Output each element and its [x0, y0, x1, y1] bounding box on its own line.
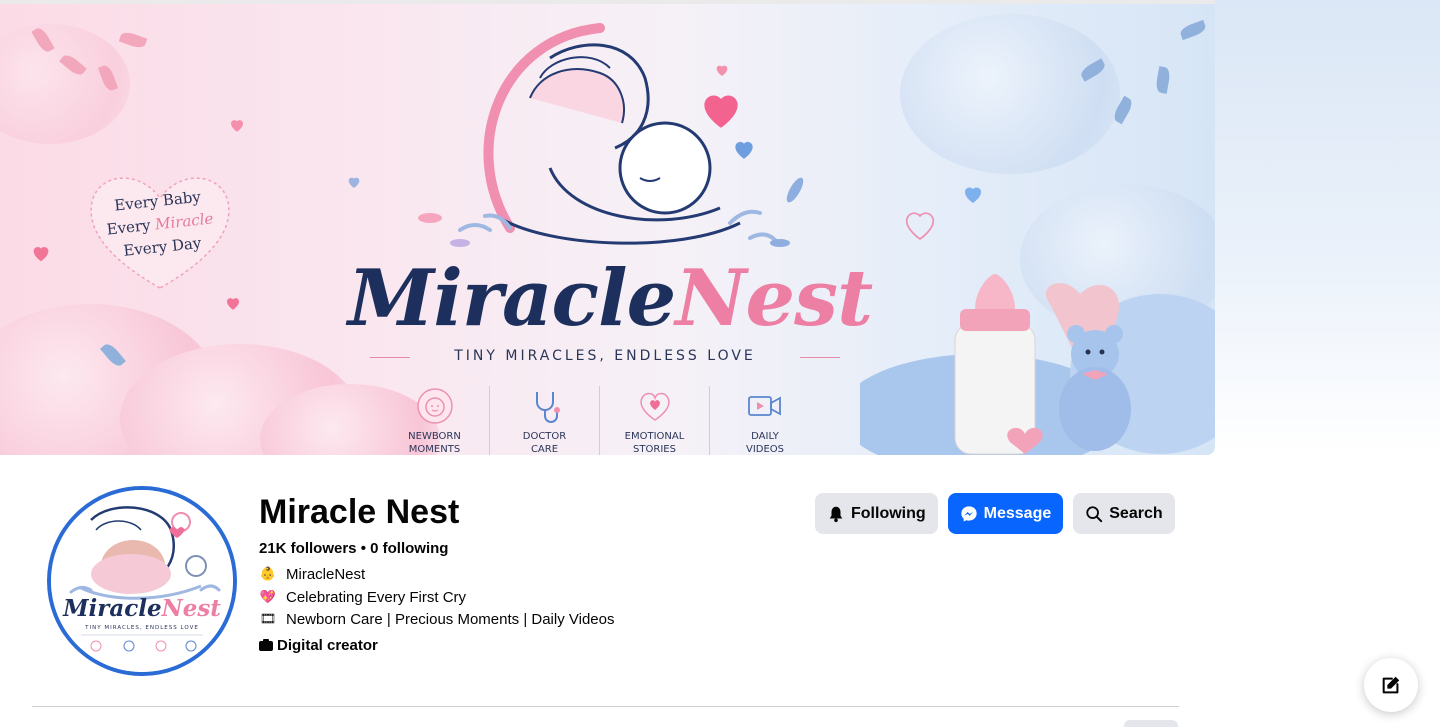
briefcase-icon [259, 639, 273, 651]
feature-newborn-moments: NEWBORN MOMENTS [380, 386, 490, 455]
heart-icon [30, 242, 52, 264]
intro-text: Newborn Care | Precious Moments | Daily … [286, 610, 615, 628]
feature-label: NEWBORN MOMENTS [408, 431, 461, 455]
heart-emoji-icon: 💖 [259, 589, 277, 604]
heart-icon [346, 174, 362, 190]
message-button[interactable]: Message [947, 493, 1064, 534]
more-tab-button[interactable] [1124, 720, 1178, 727]
search-label: Search [1109, 504, 1163, 522]
intro-line: 👶 MiracleNest [259, 564, 365, 584]
heart-icon [224, 294, 242, 312]
messenger-icon [960, 505, 978, 523]
search-button[interactable]: Search [1073, 493, 1175, 534]
feature-daily-videos: DAILY VIDEOS [710, 386, 820, 455]
cloud-decoration [900, 14, 1120, 174]
message-label: Message [983, 504, 1052, 522]
brand-tagline: TINY MIRACLES, ENDLESS LOVE [370, 348, 840, 364]
stethoscope-icon [525, 386, 565, 426]
new-message-button[interactable] [1364, 658, 1418, 712]
heart-chat-icon [635, 386, 675, 426]
intro-line: 💖 Celebrating Every First Cry [259, 587, 466, 607]
leaf-decoration [1154, 66, 1172, 94]
following-label: Following [851, 504, 926, 522]
page-background [1215, 0, 1440, 455]
baby-emoji-icon: 👶 [259, 566, 277, 581]
baby-props-illustration [840, 264, 1215, 455]
feature-label: DOCTOR CARE [522, 431, 567, 455]
feature-emotional-stories: EMOTIONAL STORIES [600, 386, 710, 455]
heart-icon [960, 182, 986, 206]
following-button[interactable]: Following [815, 493, 938, 534]
follower-stats[interactable]: 21K followers • 0 following [259, 539, 448, 559]
feature-row: NEWBORN MOMENTS DOCTOR CARE EMOTIONAL STORI… [380, 386, 820, 455]
heart-icon [228, 116, 246, 134]
page-category: Digital creator [259, 635, 378, 655]
profile-actions: Following Message Search [815, 493, 1175, 534]
feature-doctor-care: DOCTOR CARE [490, 386, 600, 455]
baby-face-icon [415, 386, 455, 426]
bell-icon [827, 505, 845, 523]
intro-line: 🎞 Newborn Care | Precious Moments | Dail… [259, 609, 615, 629]
cover-top-border [0, 0, 1215, 4]
brand-wordmark: MiracleNest [347, 253, 873, 344]
film-emoji-icon: 🎞 [259, 611, 277, 626]
section-divider [32, 706, 1179, 707]
avatar-wordmark: MiracleNest [62, 595, 221, 622]
compose-icon [1382, 676, 1400, 694]
search-icon [1085, 505, 1103, 523]
heart-outline-icon [900, 204, 940, 244]
leaf-decoration [118, 29, 148, 51]
feature-label: EMOTIONAL STORIES [624, 431, 685, 455]
mother-baby-illustration [400, 18, 820, 263]
intro-text: MiracleNest [286, 565, 366, 583]
profile-avatar[interactable]: MiracleNest TINY MIRACLES, ENDLESS LOVE [47, 486, 237, 676]
page-title: Miracle Nest [259, 493, 460, 531]
cover-photo[interactable]: Every Baby Every Miracle Every Day Mirac… [0, 4, 1215, 455]
feature-label: DAILY VIDEOS [745, 431, 785, 455]
leaf-decoration [1178, 19, 1208, 41]
category-label: Digital creator [277, 636, 378, 654]
intro-text: Celebrating Every First Cry [286, 588, 467, 606]
profile-page: Every Baby Every Miracle Every Day Mirac… [0, 0, 1440, 727]
video-camera-icon [745, 386, 785, 426]
avatar-tagline: TINY MIRACLES, ENDLESS LOVE [84, 625, 199, 631]
